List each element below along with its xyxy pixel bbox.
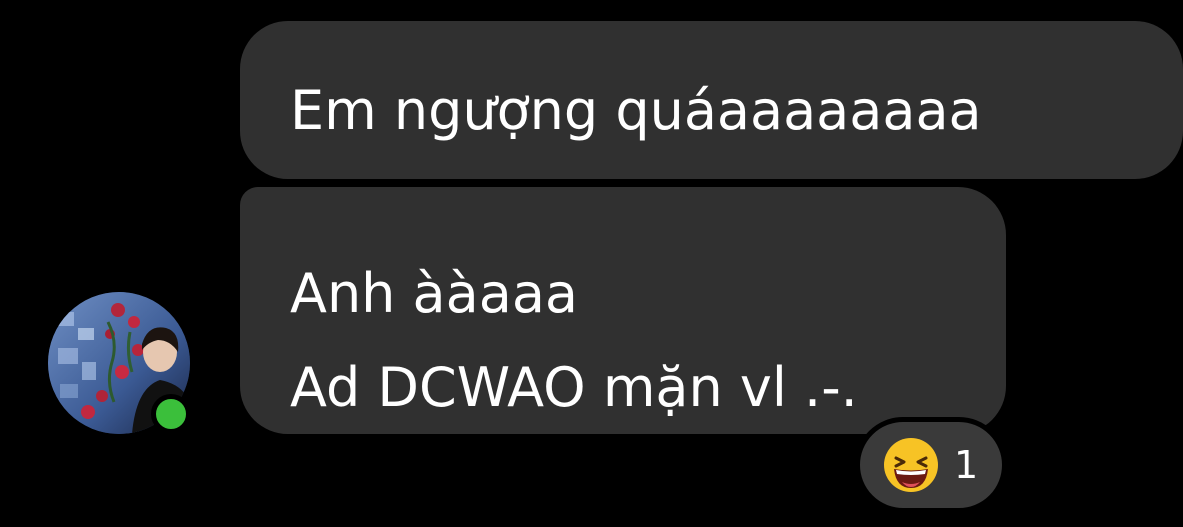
message-text: Anh ààaaa [290, 262, 579, 325]
online-status-dot [151, 394, 191, 434]
laughing-face-icon [884, 438, 938, 492]
message-text: Em ngượng quáaaaaaaaa [290, 79, 982, 142]
reaction-pill[interactable]: 1 [855, 417, 1007, 513]
chat-thread: Em ngượng quáaaaaaaaa Anh ààaaa Ad DCWAO… [0, 0, 1183, 527]
message-bubble[interactable]: Anh ààaaa Ad DCWAO mặn vl .-. [240, 187, 1006, 434]
reaction-count: 1 [954, 443, 979, 487]
message-bubble[interactable]: Em ngượng quáaaaaaaaa [240, 21, 1183, 179]
